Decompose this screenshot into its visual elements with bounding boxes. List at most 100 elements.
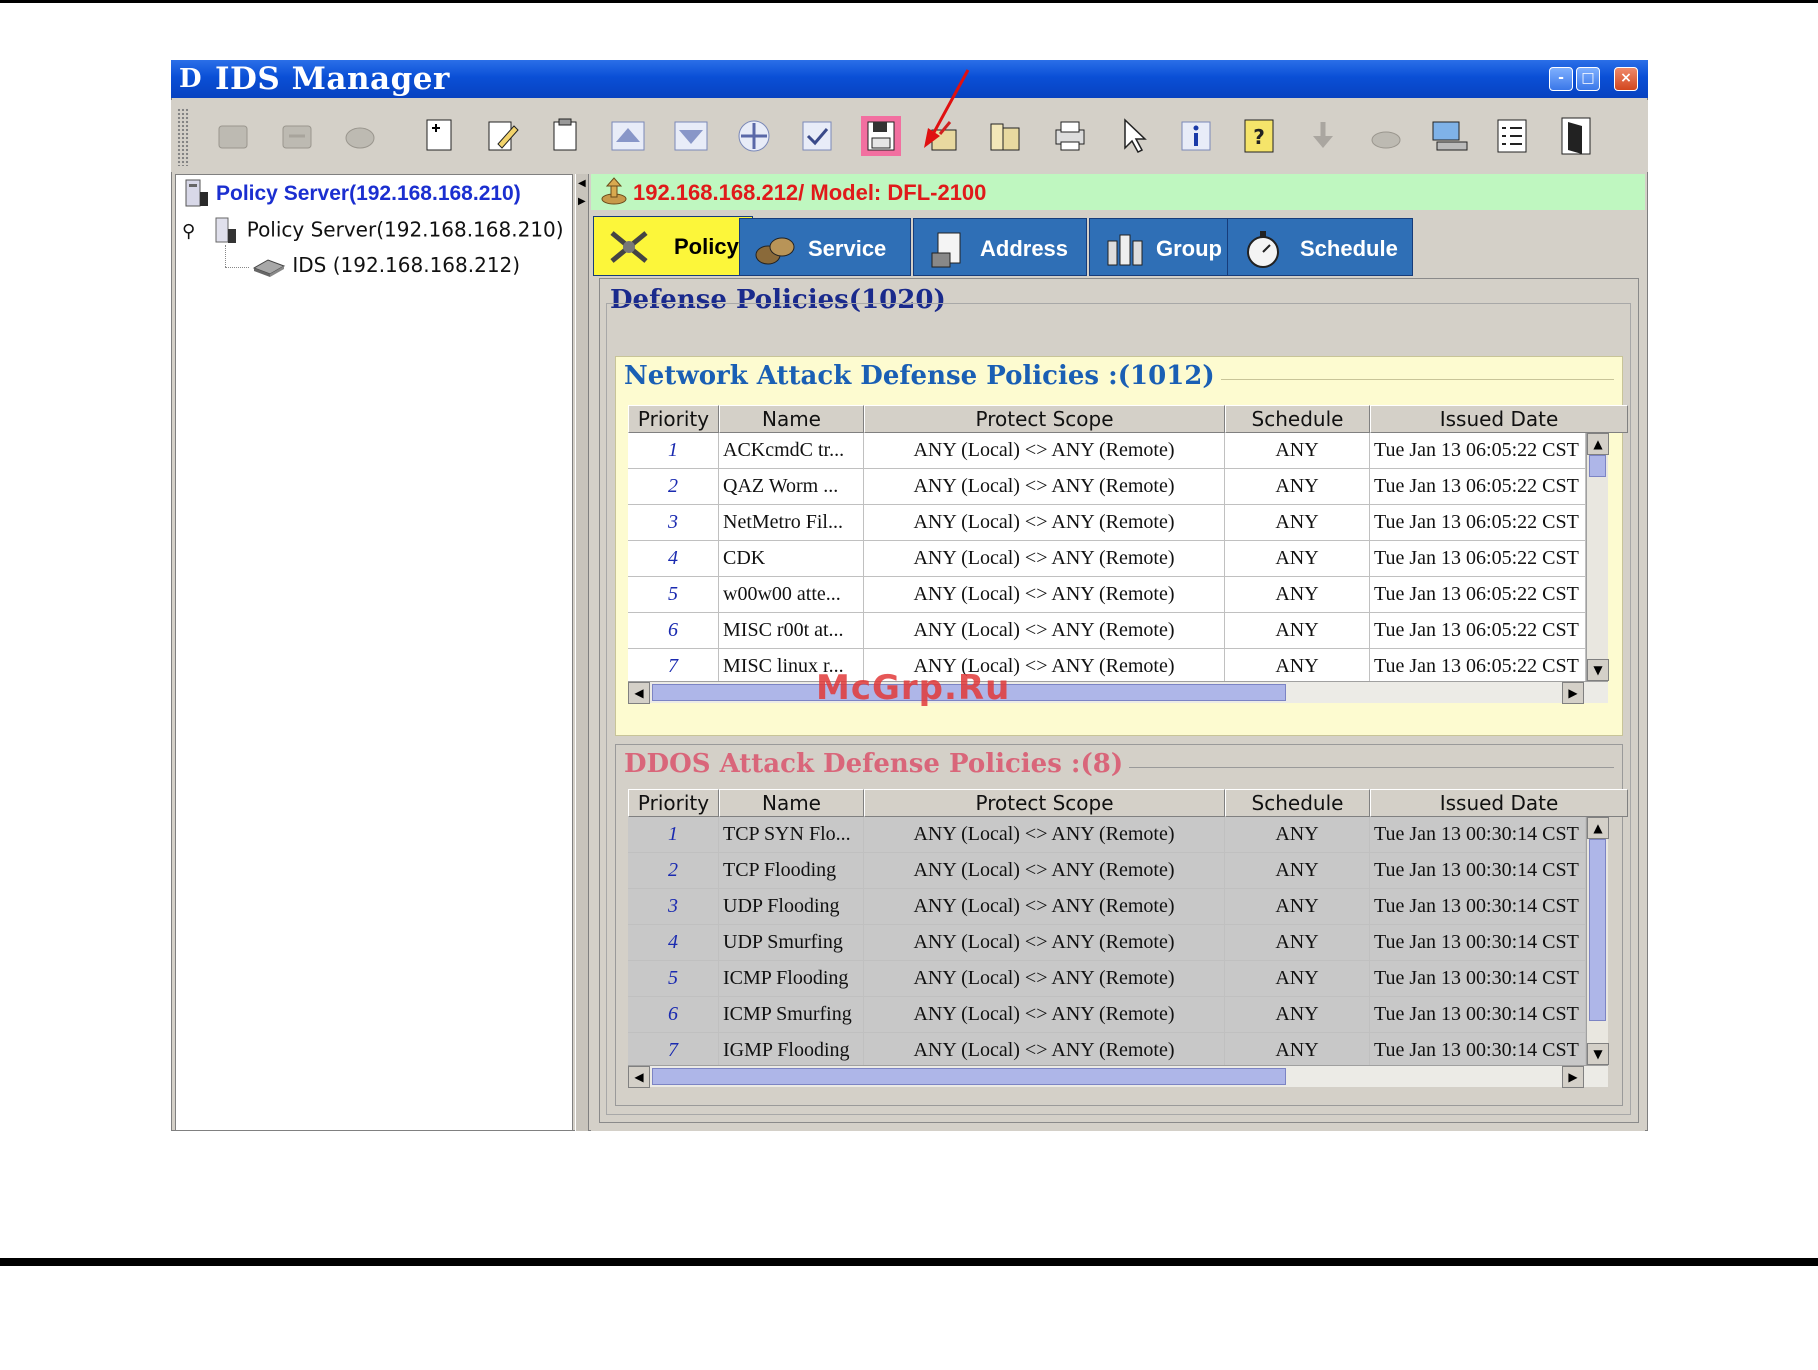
toolbar-grip[interactable] — [177, 108, 189, 166]
clipboard-toolbar-button[interactable] — [543, 114, 587, 158]
disabled-connect-toolbar-button — [211, 114, 255, 158]
save-toolbar-button[interactable] — [859, 114, 903, 158]
horizontal-scroll-thumb[interactable] — [652, 1068, 1286, 1085]
import-toolbar-button[interactable] — [985, 114, 1029, 158]
scroll-left-icon[interactable]: ◀ — [628, 1066, 650, 1088]
table-body: 1 ACKcmdC tr... ANY (Local) <> ANY (Remote… — [628, 433, 1586, 681]
svg-text:?: ? — [1253, 125, 1265, 149]
scroll-up-icon[interactable]: ▲ — [1587, 817, 1609, 839]
tree-connector — [225, 267, 249, 269]
watermark-text: McGrp.Ru — [816, 668, 1011, 708]
scroll-down-icon[interactable]: ▼ — [1587, 1043, 1609, 1065]
help-icon: ? — [1244, 119, 1274, 153]
server-icon — [185, 179, 208, 207]
group-icon — [1107, 234, 1143, 266]
scroll-up-icon[interactable]: ▲ — [1587, 433, 1609, 455]
ddos-attack-title: DDOS Attack Defense Policies :(8) — [624, 749, 1130, 779]
column-header-schedule[interactable]: Schedule — [1225, 405, 1370, 433]
vertical-scrollbar[interactable]: ▲ ▼ — [1586, 433, 1609, 681]
column-header-schedule[interactable]: Schedule — [1225, 789, 1370, 817]
column-header-issued-date[interactable]: Issued Date — [1370, 789, 1628, 817]
device-bar: 192.168.168.212/ Model: DFL-2100 — [591, 174, 1645, 210]
tab-policy[interactable]: Policy — [593, 216, 753, 276]
column-header-protect-scope[interactable]: Protect Scope — [864, 789, 1225, 817]
window-title: IDS Manager — [215, 61, 450, 97]
cell-schedule: ANY — [1225, 925, 1370, 961]
cell-protect-scope: ANY (Local) <> ANY (Remote) — [864, 925, 1225, 961]
minimize-button[interactable]: - — [1549, 67, 1573, 91]
tab-schedule[interactable]: Schedule — [1227, 218, 1413, 276]
table-row[interactable]: 1 TCP SYN Flo... ANY (Local) <> ANY (Remot… — [628, 817, 1586, 853]
column-header-name[interactable]: Name — [719, 789, 864, 817]
add-policy-toolbar-button[interactable] — [417, 114, 461, 158]
cell-priority: 2 — [628, 469, 719, 505]
table-row[interactable]: 4 UDP Smurfing ANY (Local) <> ANY (Remote)… — [628, 925, 1586, 961]
monitor-toolbar-button[interactable] — [1427, 114, 1471, 158]
tree-connector — [225, 245, 227, 267]
cell-issued-date: Tue Jan 13 00:30:14 CST — [1370, 889, 1586, 925]
move-toolbar-button[interactable] — [732, 114, 776, 158]
cell-issued-date: Tue Jan 13 00:30:14 CST — [1370, 961, 1586, 997]
cell-name: UDP Flooding — [719, 889, 864, 925]
close-button[interactable]: × — [1614, 67, 1638, 91]
move-down-toolbar-button[interactable] — [669, 114, 713, 158]
check-toolbar-button[interactable] — [795, 114, 839, 158]
print-icon — [1055, 121, 1085, 151]
table-row[interactable]: 7 MISC linux r... ANY (Local) <> ANY (Remo… — [628, 649, 1586, 681]
tree-node-policy-server[interactable]: ⚲ Policy Server(192.168.168.210) — [182, 217, 564, 245]
cell-protect-scope: ANY (Local) <> ANY (Remote) — [864, 817, 1225, 853]
vertical-scroll-thumb[interactable] — [1589, 455, 1606, 477]
pointer-toolbar-button[interactable] — [1111, 114, 1155, 158]
tree-expand-icon[interactable]: ⚲ — [182, 221, 204, 242]
table-row[interactable]: 6 ICMP Smurfing ANY (Local) <> ANY (Remote… — [628, 997, 1586, 1033]
maximize-button[interactable]: □ — [1576, 67, 1600, 91]
table-row[interactable]: 1 ACKcmdC tr... ANY (Local) <> ANY (Remote… — [628, 433, 1586, 469]
collapse-left-icon[interactable]: ◀ — [578, 178, 586, 189]
horizontal-scrollbar[interactable]: ◀ ▶ — [628, 681, 1608, 704]
cell-name: QAZ Worm ... — [719, 469, 864, 505]
table-row[interactable]: 6 MISC r00t at... ANY (Local) <> ANY (Remo… — [628, 613, 1586, 649]
column-header-protect-scope[interactable]: Protect Scope — [864, 405, 1225, 433]
cell-priority: 4 — [628, 925, 719, 961]
scroll-right-icon[interactable]: ▶ — [1562, 1066, 1584, 1088]
move-up-toolbar-button[interactable] — [606, 114, 650, 158]
pane-splitter[interactable]: ◀ ▶ — [575, 174, 589, 1131]
tab-group[interactable]: Group — [1089, 218, 1247, 276]
column-header-name[interactable]: Name — [719, 405, 864, 433]
cell-schedule: ANY — [1225, 997, 1370, 1033]
table-row[interactable]: 5 w00w00 atte... ANY (Local) <> ANY (Remot… — [628, 577, 1586, 613]
scroll-right-icon[interactable]: ▶ — [1562, 682, 1584, 704]
ids-manager-window: D IDS Manager - □ × ? Policy Server(192.… — [171, 60, 1648, 1131]
tree-header: Policy Server(192.168.168.210) — [176, 175, 572, 211]
vertical-scrollbar[interactable]: ▲ ▼ — [1586, 817, 1609, 1065]
cell-protect-scope: ANY (Local) <> ANY (Remote) — [864, 433, 1225, 469]
column-header-issued-date[interactable]: Issued Date — [1370, 405, 1628, 433]
tab-address[interactable]: Address — [913, 218, 1087, 276]
title-bar[interactable]: D IDS Manager - □ × — [171, 60, 1648, 98]
help-toolbar-button[interactable]: ? — [1237, 114, 1281, 158]
column-header-priority[interactable]: Priority — [628, 405, 719, 433]
print-toolbar-button[interactable] — [1048, 114, 1092, 158]
table-row[interactable]: 3 NetMetro Fil... ANY (Local) <> ANY (Remo… — [628, 505, 1586, 541]
vertical-scroll-thumb[interactable] — [1589, 839, 1606, 1021]
table-row[interactable]: 7 IGMP Flooding ANY (Local) <> ANY (Remote… — [628, 1033, 1586, 1065]
edit-policy-toolbar-button[interactable] — [480, 114, 524, 158]
cell-issued-date: Tue Jan 13 06:05:22 CST — [1370, 613, 1586, 649]
list-toolbar-button[interactable] — [1490, 114, 1534, 158]
table-row[interactable]: 2 QAZ Worm ... ANY (Local) <> ANY (Remote)… — [628, 469, 1586, 505]
column-header-priority[interactable]: Priority — [628, 789, 719, 817]
table-row[interactable]: 4 CDK ANY (Local) <> ANY (Remote) ANY Tue Ja… — [628, 541, 1586, 577]
exit-toolbar-button[interactable] — [1554, 114, 1598, 158]
cell-issued-date: Tue Jan 13 06:05:22 CST — [1370, 541, 1586, 577]
scroll-down-icon[interactable]: ▼ — [1587, 659, 1609, 681]
expand-right-icon[interactable]: ▶ — [578, 196, 586, 207]
table-row[interactable]: 3 UDP Flooding ANY (Local) <> ANY (Remote)… — [628, 889, 1586, 925]
table-row[interactable]: 2 TCP Flooding ANY (Local) <> ANY (Remote)… — [628, 853, 1586, 889]
move-icon — [738, 120, 770, 152]
tab-service[interactable]: Service — [739, 218, 911, 276]
scroll-left-icon[interactable]: ◀ — [628, 682, 650, 704]
info-toolbar-button[interactable] — [1174, 114, 1218, 158]
table-row[interactable]: 5 ICMP Flooding ANY (Local) <> ANY (Remote… — [628, 961, 1586, 997]
horizontal-scrollbar[interactable]: ◀ ▶ — [628, 1065, 1608, 1088]
tree-node-ids[interactable]: IDS (192.168.168.212) — [252, 253, 520, 278]
